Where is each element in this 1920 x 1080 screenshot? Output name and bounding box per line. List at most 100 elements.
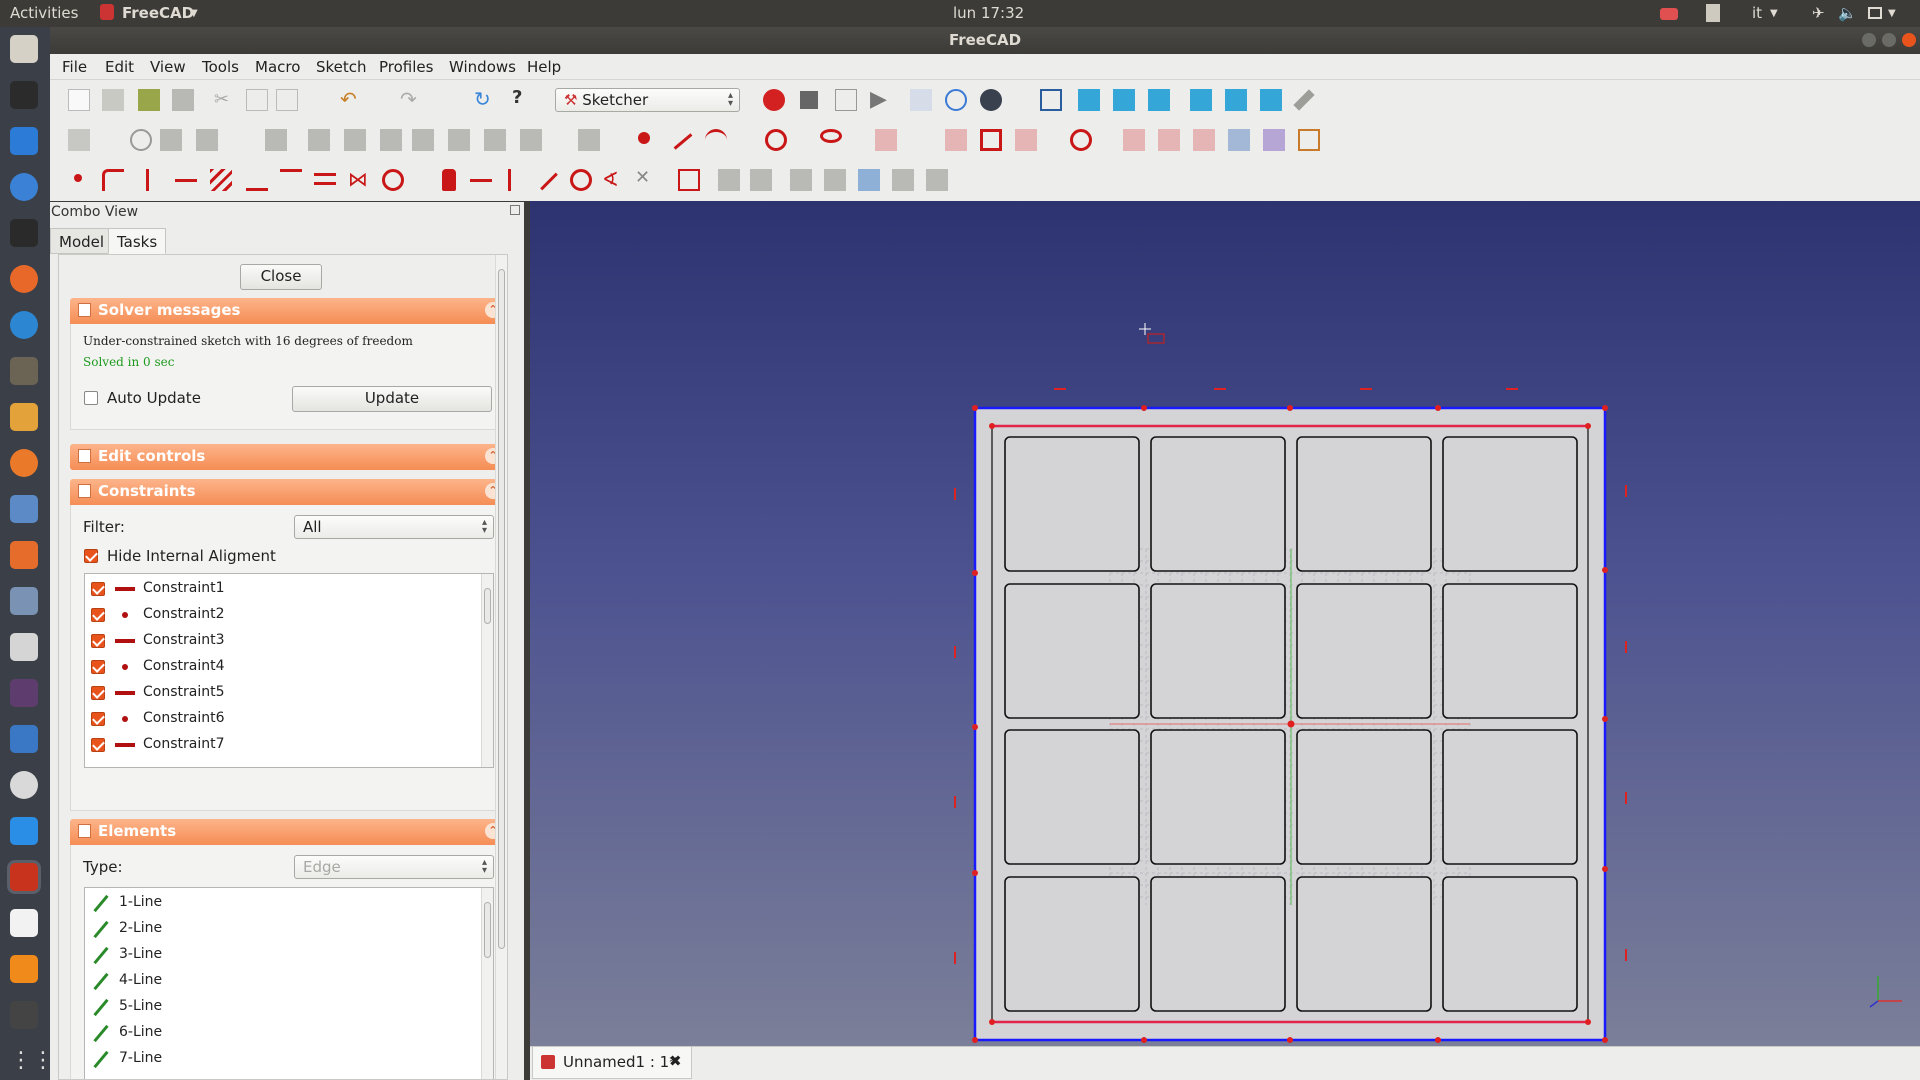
mirror-sketch-icon[interactable] (790, 169, 812, 191)
menu-tools[interactable]: Tools (202, 58, 239, 76)
constraint-row[interactable]: Constraint6 (85, 706, 493, 732)
thunderbird-icon[interactable] (10, 311, 38, 339)
equal-constraint-icon[interactable] (314, 173, 336, 185)
clone-icon[interactable] (520, 129, 542, 151)
constraint-checkbox[interactable] (91, 634, 105, 648)
edit-controls-header[interactable]: Edit controls ⌃ (70, 444, 507, 470)
tab-tasks[interactable]: Tasks (108, 228, 167, 254)
view-rear-icon[interactable] (1190, 89, 1212, 111)
solver-messages-header[interactable]: Solver messages ⌃ (70, 298, 507, 324)
print-icon[interactable] (172, 89, 194, 111)
draw-icon[interactable] (10, 403, 38, 431)
constraint-row[interactable]: Constraint4 (85, 654, 493, 680)
macro-edit-icon[interactable] (835, 89, 857, 111)
vlc-icon[interactable] (10, 955, 38, 983)
sketch-vertex[interactable] (1602, 1037, 1608, 1043)
sketch-cell[interactable] (1150, 729, 1286, 865)
firefox-icon[interactable] (10, 265, 38, 293)
view-front-icon[interactable] (1078, 89, 1100, 111)
elements-scrollbar[interactable] (481, 888, 493, 1079)
view-top-icon[interactable] (1113, 89, 1135, 111)
blender-icon[interactable] (10, 449, 38, 477)
sketch-vertex[interactable] (1602, 866, 1608, 872)
redo-icon[interactable]: ↷ (400, 87, 422, 111)
select-elements-icon[interactable] (412, 129, 434, 151)
battery-icon[interactable] (1868, 7, 1882, 19)
impress-icon[interactable] (10, 495, 38, 523)
document-tab[interactable]: Unnamed1 : 1* ✖ (532, 1047, 692, 1079)
constraint-row[interactable]: Constraint5 (85, 680, 493, 706)
sketch-vertex[interactable] (1602, 567, 1608, 573)
sketch-vertex[interactable] (1287, 1037, 1293, 1043)
menu-file[interactable]: File (62, 58, 87, 76)
sketch-vertex[interactable] (972, 1037, 978, 1043)
constraint-row[interactable]: Constraint2 (85, 602, 493, 628)
sketch-cell[interactable] (1004, 583, 1140, 719)
validate-sketch-icon[interactable] (718, 169, 740, 191)
origin-point[interactable] (1287, 720, 1295, 728)
select-constraints-icon[interactable] (265, 129, 287, 151)
sketch-vertex[interactable] (972, 724, 978, 730)
fit-selection-icon[interactable] (945, 89, 967, 111)
keyboard-layout[interactable]: it (1752, 4, 1762, 22)
ide-icon[interactable] (10, 679, 38, 707)
auto-update-checkbox[interactable] (84, 391, 98, 405)
horizontal-distance-icon[interactable] (470, 179, 492, 182)
grid-icon[interactable] (160, 129, 182, 151)
toggle-reference-icon[interactable] (678, 169, 700, 191)
distance-constraint-icon[interactable] (540, 172, 558, 191)
merge-sketches-icon[interactable] (750, 169, 772, 191)
constraints-header[interactable]: Constraints ⌃ (70, 479, 507, 505)
open-folder-icon[interactable] (102, 89, 124, 111)
clock[interactable]: lun 17:32 (953, 4, 1024, 22)
elements-header[interactable]: Elements ⌃ (70, 819, 507, 845)
constraint-checkbox[interactable] (91, 686, 105, 700)
arc-icon[interactable] (705, 129, 727, 151)
new-document-icon[interactable] (68, 89, 90, 111)
element-row[interactable]: 4-Line (85, 968, 493, 994)
video-editor-icon[interactable] (10, 1001, 38, 1029)
cut-icon[interactable]: ✂ (214, 89, 236, 111)
vertical-distance-icon[interactable] (508, 169, 511, 191)
constraint-row[interactable]: Constraint7 (85, 732, 493, 758)
block-constraint-icon[interactable] (382, 169, 404, 191)
close-button[interactable]: Close (240, 264, 322, 290)
undo-icon[interactable]: ↶ (340, 87, 362, 111)
menu-profiles[interactable]: Profiles (379, 58, 433, 76)
draw-style-icon[interactable] (980, 89, 1002, 111)
freecad-icon[interactable] (10, 863, 38, 891)
sketch-cell[interactable] (1296, 729, 1432, 865)
activities-button[interactable]: Activities (10, 4, 78, 22)
chromium-icon[interactable] (10, 173, 38, 201)
close-window-icon[interactable] (1902, 33, 1916, 47)
minimize-icon[interactable] (1862, 33, 1876, 47)
view-isometric-icon[interactable] (1040, 89, 1062, 111)
sketch-cell[interactable] (1442, 729, 1578, 865)
app-menu-button[interactable]: FreeCAD (122, 4, 194, 22)
symmetry-icon[interactable] (484, 129, 506, 151)
menu-edit[interactable]: Edit (105, 58, 134, 76)
constraint-checkbox[interactable] (91, 582, 105, 596)
macro-run-icon[interactable]: ▶ (870, 87, 892, 112)
constraints-scrollbar[interactable] (481, 574, 493, 767)
airplane-icon[interactable]: ✈ (1812, 4, 1825, 22)
macro-stop-icon[interactable] (800, 91, 818, 109)
clipboard-icon[interactable] (1706, 4, 1720, 22)
sketch-cell[interactable] (1296, 876, 1432, 1012)
show-apps-icon[interactable]: ⋮⋮ (10, 1047, 54, 1075)
sketch-canvas[interactable] (530, 201, 1920, 1046)
element-type-select[interactable]: Edge ▴ ▾ (294, 855, 494, 879)
coincident-constraint-icon[interactable] (74, 174, 82, 182)
constraint-checkbox[interactable] (91, 738, 105, 752)
text-editor-icon[interactable] (10, 909, 38, 937)
menu-help[interactable]: Help (527, 58, 561, 76)
inkscape-icon[interactable] (10, 81, 38, 109)
rectangular-array-icon[interactable] (578, 129, 600, 151)
show-hide-icon[interactable] (448, 129, 470, 151)
tab-model[interactable]: Model (50, 228, 114, 254)
extend-icon[interactable] (1193, 129, 1215, 151)
element-row[interactable]: 2-Line (85, 916, 493, 942)
slot-icon[interactable] (1070, 129, 1092, 151)
polygon-icon[interactable] (1015, 129, 1037, 151)
sketch-cell[interactable] (1442, 876, 1578, 1012)
